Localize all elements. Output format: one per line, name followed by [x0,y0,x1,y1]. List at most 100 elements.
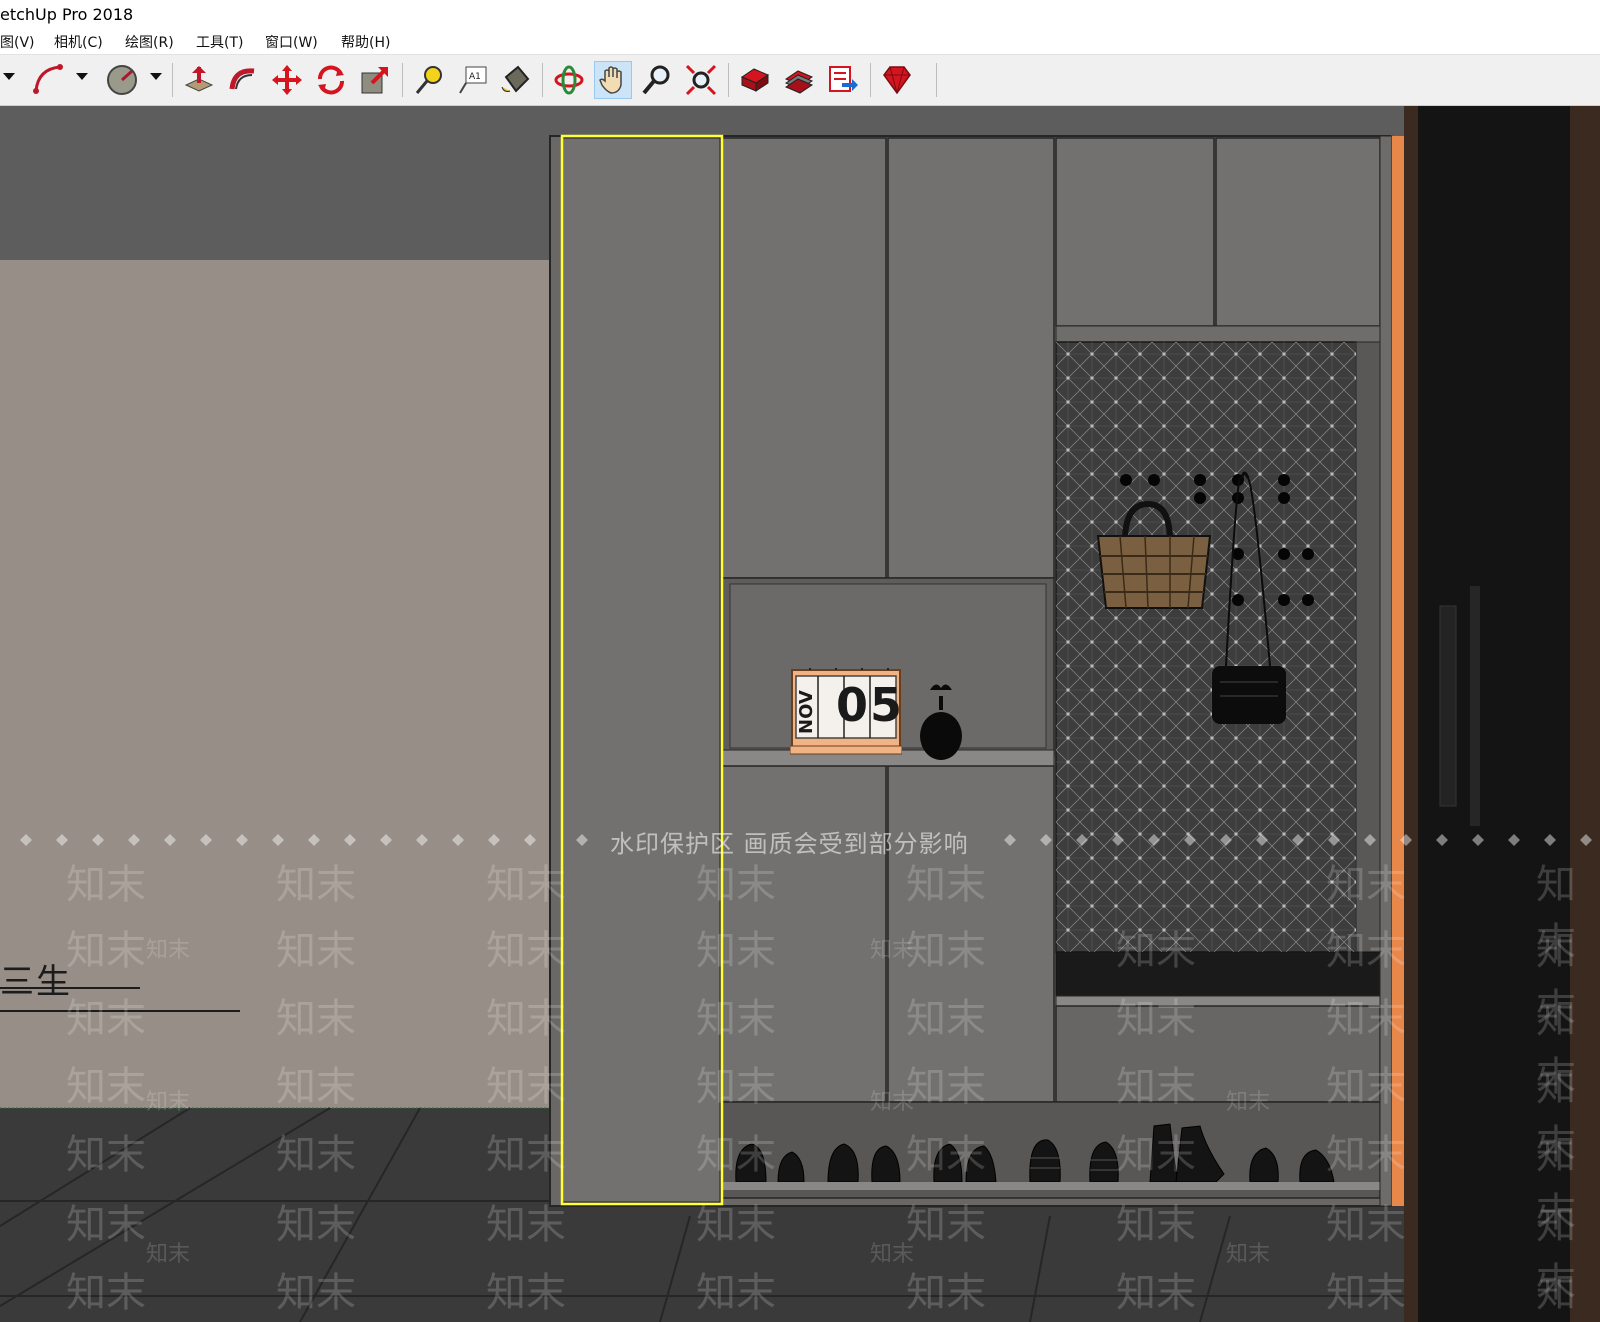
watermark-glyph: 知末 [696,862,776,908]
move-icon[interactable] [268,61,306,99]
watermark-glyph: 知末 [906,1132,986,1178]
toolbar-separator [936,63,937,97]
watermark-glyph-small: 知末 [870,1242,915,1267]
watermark-glyph: 知末 [486,1064,566,1110]
watermark-glyph: 知末 [1326,928,1406,974]
watermark-glyph: 知末 [486,862,566,908]
protractor-dropdown-icon[interactable] [150,73,162,80]
toolbar-separator [870,63,871,97]
watermark-glyph: 知末 [66,1270,146,1316]
calendar-day: 05 [836,678,905,732]
warehouse-icon[interactable] [736,61,774,99]
watermark-glyph-small: 知末 [146,1090,191,1115]
watermark-glyph: 知末 [1116,1202,1196,1248]
pegboard [1056,342,1356,952]
scale-icon[interactable] [356,61,394,99]
shoe-row [730,1123,1370,1186]
menu-draw[interactable]: 绘图(R) [125,32,174,52]
menu-window[interactable]: 窗口(W) [265,32,318,52]
model-viewport[interactable]: NOV 05 三生 水印保护区 画质会受到部分影响 知末 知末 知末 知末 知末… [0,106,1600,1322]
protractor-icon[interactable] [103,61,141,99]
watermark-glyph-small: 知末 [1226,1242,1271,1267]
watermark-glyph: 知末 [696,1202,776,1248]
watermark-glyph: 知末 [696,1132,776,1178]
watermark-glyph: 知末 [66,928,146,974]
extension-icon[interactable] [878,61,916,99]
pan-icon[interactable] [594,61,632,99]
zoom-extents-icon[interactable] [682,61,720,99]
watermark-glyph: 知末 [906,862,986,908]
arc-dropdown-icon[interactable] [76,73,88,80]
watermark-glyph: 知末 [486,928,566,974]
tape-measure-icon[interactable] [410,61,448,99]
watermark-glyph: 知末 [696,928,776,974]
watermark-glyph: 知末 [906,996,986,1042]
wall-sign: 三生 [0,962,72,1002]
paint-bucket-icon[interactable] [496,61,534,99]
watermark-glyph: 知末 [66,1132,146,1178]
dropdown-arrow-icon[interactable] [3,73,15,80]
watermark-glyph: 知末 [696,1064,776,1110]
watermark-glyph: 知末 [1326,1132,1406,1178]
watermark-glyph: 知末 [906,1202,986,1248]
menu-bar: 图(V) 相机(C) 绘图(R) 工具(T) 窗口(W) 帮助(H) [0,30,1600,52]
watermark-glyph: 知末 [276,1202,356,1248]
watermark-glyph: 知末 [276,996,356,1042]
watermark-glyph: 知末 [66,1064,146,1110]
toolbar-separator [172,63,173,97]
watermark-glyph: 知末 [1326,1270,1406,1316]
watermark-glyph: 知末 [1326,1064,1406,1110]
watermark-glyph: 知末 [486,1202,566,1248]
watermark-glyph: 知末 [276,1270,356,1316]
watermark-glyph: 知末 [906,928,986,974]
watermark-glyph: 知末 [1326,1202,1406,1248]
watermark-glyph: 知末 [276,862,356,908]
rotate-icon[interactable] [312,61,350,99]
watermark-glyph-small: 知末 [870,938,915,963]
watermark-glyph: 知末 [906,1270,986,1316]
watermark-glyph: 知末 [66,1202,146,1248]
basket-bag [1096,500,1212,609]
watermark-glyph: 知末 [276,928,356,974]
watermark-glyph: 知末 [1116,1132,1196,1178]
menu-view[interactable]: 图(V) [0,32,35,52]
toolbar-separator [728,63,729,97]
text-icon[interactable]: A1 [454,61,492,99]
title-bar: etchUp Pro 2018 [0,0,1600,28]
crossbody-bag [1212,471,1286,724]
watermark-glyph: 知末 [1326,996,1406,1042]
push-pull-icon[interactable] [180,61,218,99]
orbit-icon[interactable] [550,61,588,99]
watermark-glyph-small: 知末 [146,938,191,963]
watermark-glyph-small: 知末 [146,1242,191,1267]
watermark-glyph: 知末 [66,862,146,908]
watermark-glyph: 知末 [486,1270,566,1316]
zoom-icon[interactable] [638,61,676,99]
menu-help[interactable]: 帮助(H) [341,32,390,52]
toolbar: A1 [0,54,1600,106]
watermark-glyph: 知末 [1116,1270,1196,1316]
arc-icon[interactable] [30,61,68,99]
watermark-glyph: 知末 [66,996,146,1042]
watermark-glyph: 知末 [1116,1064,1196,1110]
watermark-glyph: 知末 [1536,1270,1576,1316]
toolbar-separator [542,63,543,97]
watermark-glyph: 知末 [276,1132,356,1178]
watermark-glyph: 知末 [1116,928,1196,974]
follow-me-icon[interactable] [224,61,262,99]
watermark-glyph: 知末 [1116,996,1196,1042]
export-icon[interactable] [824,61,862,99]
watermark-glyph: 知末 [276,1064,356,1110]
watermark-glyph: 知末 [696,1270,776,1316]
toolbar-separator [402,63,403,97]
watermark-glyph: 知末 [696,996,776,1042]
svg-text:A1: A1 [469,72,481,82]
menu-camera[interactable]: 相机(C) [54,32,103,52]
window-title: etchUp Pro 2018 [0,5,134,24]
watermark-glyph: 知末 [906,1064,986,1110]
watermark-glyph: 知末 [1326,862,1406,908]
plant-vase [920,684,962,760]
share-model-icon[interactable] [780,61,818,99]
menu-tools[interactable]: 工具(T) [196,32,243,52]
watermark-glyph: 知末 [486,996,566,1042]
